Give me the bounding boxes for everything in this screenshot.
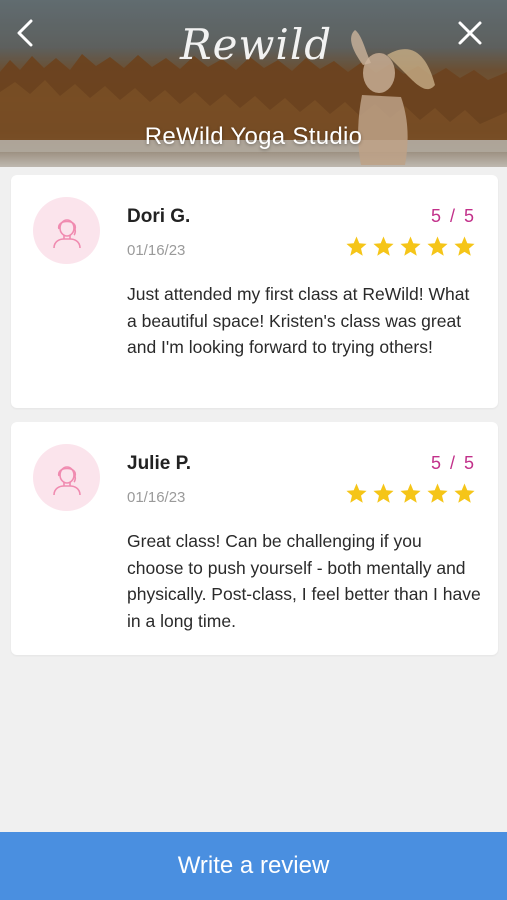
avatar [33,197,100,264]
review-text: Just attended my first class at ReWild! … [127,284,470,357]
studio-name: ReWild Yoga Studio [144,123,363,150]
review-text: Great class! Can be challenging if you c… [127,531,481,631]
close-icon [458,21,482,45]
user-avatar-icon [52,218,81,248]
review-date: 01/16/23 [127,242,186,259]
reviewer-name: Dori G. [127,206,191,227]
star-icon [373,483,394,503]
rating-score: 5 / 5 [430,453,476,473]
studio-header: Rewild ReWild Yoga Studio [0,0,507,167]
star-icon [427,483,448,503]
close-button[interactable] [453,16,487,50]
review-card: Julie P. 01/16/23 5 / 5 Great class! Can… [11,422,498,655]
back-button[interactable] [10,16,40,50]
star-icon [427,236,448,256]
star-icon [346,236,367,256]
review-card: Dori G. 01/16/23 5 / 5 Just attended my … [11,175,498,408]
avatar [33,444,100,511]
star-icon [454,483,475,503]
write-review-button[interactable]: Write a review [0,832,507,900]
star-rating [345,482,476,505]
reviewer-name: Julie P. [127,453,192,474]
star-icon [373,236,394,256]
rating-score: 5 / 5 [430,206,476,226]
chevron-left-icon [17,19,33,47]
star-icon [454,236,475,256]
star-icon [400,483,421,503]
star-icon [346,483,367,503]
review-date: 01/16/23 [127,489,186,506]
studio-logo: Rewild [180,20,333,69]
star-rating [345,235,476,258]
star-icon [400,236,421,256]
reviews-list: Dori G. 01/16/23 5 / 5 Just attended my … [11,175,498,669]
user-avatar-icon [52,465,81,495]
